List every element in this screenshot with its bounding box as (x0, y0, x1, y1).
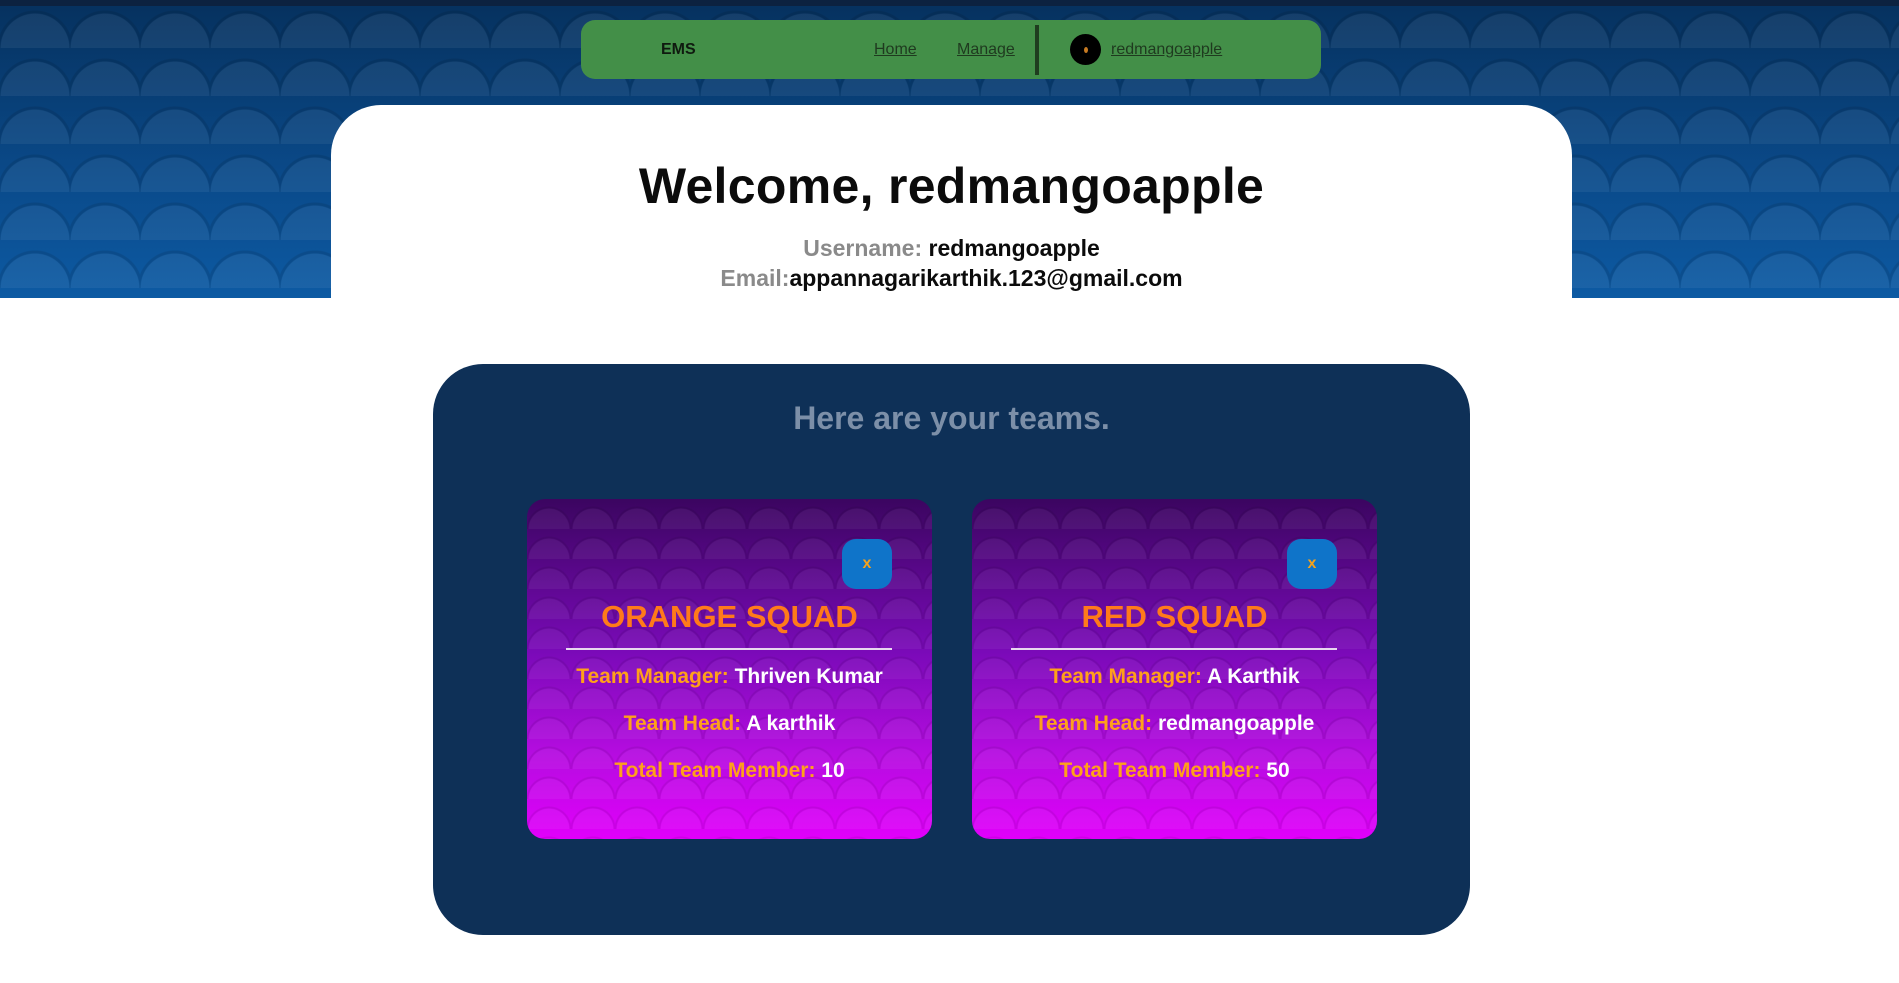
close-button[interactable]: x (1287, 539, 1337, 589)
team-head-row: Team Head: A karthik (527, 712, 932, 736)
team-name: ORANGE SQUAD (601, 599, 858, 634)
team-head-label: Team Head: (623, 712, 742, 735)
team-card[interactable]: x RED SQUAD Team Manager: A Karthik Team… (972, 499, 1377, 839)
team-divider (1011, 648, 1337, 650)
email-value: appannagarikarthik.123@gmail.com (789, 265, 1183, 291)
email-label: Email: (720, 265, 790, 291)
team-members-label: Total Team Member: (614, 759, 816, 782)
team-head-row: Team Head: redmangoapple (972, 712, 1377, 736)
top-border (0, 0, 1899, 6)
team-manager-value: Thriven Kumar (734, 665, 883, 688)
username-label: Username: (803, 235, 923, 261)
team-manager-row: Team Manager: A Karthik (972, 665, 1377, 689)
team-manager-label: Team Manager: (576, 665, 729, 688)
team-card[interactable]: x ORANGE SQUAD Team Manager: Thriven Kum… (527, 499, 932, 839)
team-head-value: redmangoapple (1157, 712, 1315, 735)
team-members-label: Total Team Member: (1059, 759, 1261, 782)
navbar: EMS Home Manage redmangoapple (581, 20, 1321, 79)
brand-logo[interactable]: EMS (661, 20, 696, 79)
team-divider (566, 648, 892, 650)
team-head-label: Team Head: (1034, 712, 1153, 735)
team-manager-row: Team Manager: Thriven Kumar (527, 665, 932, 689)
team-members-value: 10 (821, 759, 845, 782)
close-button[interactable]: x (842, 539, 892, 589)
team-head-value: A karthik (746, 712, 836, 735)
team-members-row: Total Team Member: 10 (527, 759, 932, 783)
avatar-dot-icon (1083, 46, 1088, 53)
teams-panel: Here are your teams. x ORANGE SQUAD Team… (433, 364, 1470, 935)
team-name: RED SQUAD (1081, 599, 1268, 634)
username-value: redmangoapple (928, 235, 1100, 261)
team-manager-value: A Karthik (1206, 665, 1300, 688)
team-members-value: 50 (1266, 759, 1290, 782)
team-members-row: Total Team Member: 50 (972, 759, 1377, 783)
welcome-card: Welcome, redmangoapple Username: redmang… (331, 105, 1572, 298)
page-title: Welcome, redmangoapple (638, 158, 1265, 214)
nav-home-link[interactable]: Home (874, 20, 917, 79)
username-row: Username: redmangoapple (331, 233, 1572, 263)
team-manager-label: Team Manager: (1049, 665, 1202, 688)
nav-user-link[interactable]: redmangoapple (1111, 20, 1222, 79)
nav-divider (1035, 25, 1039, 75)
nav-manage-link[interactable]: Manage (957, 20, 1015, 79)
email-row: Email:appannagarikarthik.123@gmail.com (331, 263, 1572, 293)
teams-heading: Here are your teams. (793, 400, 1110, 436)
avatar[interactable] (1070, 34, 1101, 65)
